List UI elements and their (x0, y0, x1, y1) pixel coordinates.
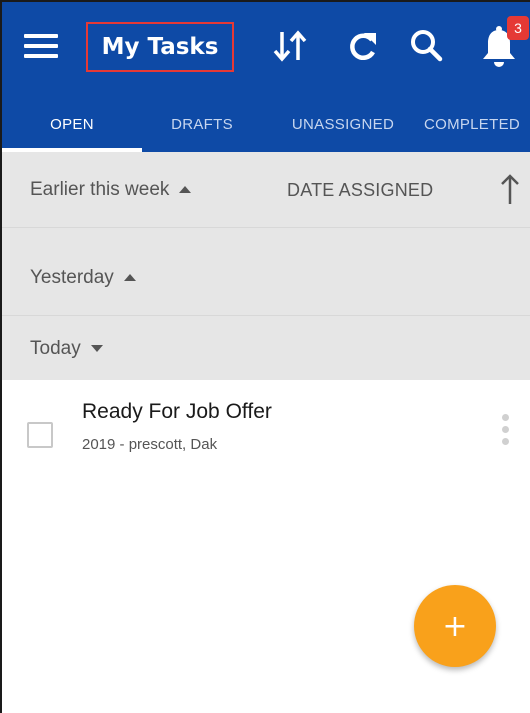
group-label-yesterday: Yesterday (30, 266, 114, 288)
tab-unassigned[interactable]: UNASSIGNED (274, 97, 412, 152)
notification-badge: 3 (507, 16, 529, 40)
group-today[interactable]: Today (2, 318, 530, 380)
page-title: My Tasks (101, 34, 219, 60)
refresh-icon[interactable] (342, 24, 382, 68)
app-frame: My Tasks 3 OPEN DRAFTS UNASSIGNED COMPLE… (0, 0, 530, 713)
tab-open[interactable]: OPEN (2, 97, 142, 152)
group-label-earlier: Earlier this week (30, 178, 170, 200)
more-options-icon[interactable] (498, 414, 514, 454)
sort-icon[interactable] (272, 24, 312, 68)
task-title: Ready For Job Offer (82, 400, 272, 423)
app-bar: My Tasks 3 OPEN DRAFTS UNASSIGNED COMPLE… (2, 2, 530, 152)
group-header-today[interactable]: Today (30, 338, 103, 360)
task-list-item[interactable]: Ready For Job Offer 2019 - prescott, Dak (2, 380, 530, 480)
sort-direction-icon[interactable] (498, 172, 522, 206)
task-checkbox[interactable] (27, 422, 53, 448)
tab-drafts[interactable]: DRAFTS (152, 97, 252, 152)
tab-completed[interactable]: COMPLETED (412, 97, 530, 152)
caret-down-icon (90, 345, 103, 353)
task-subtitle: 2019 - prescott, Dak (82, 436, 218, 453)
page-title-box: My Tasks (86, 22, 234, 72)
group-header-earlier[interactable]: Earlier this week (30, 178, 192, 201)
tab-bar: OPEN DRAFTS UNASSIGNED COMPLETED (2, 97, 530, 152)
caret-up-icon (123, 273, 136, 281)
sort-field-label[interactable]: DATE ASSIGNED (287, 152, 433, 228)
caret-up-icon (179, 185, 192, 193)
menu-icon[interactable] (24, 32, 60, 60)
search-icon[interactable] (407, 24, 447, 68)
group-header-yesterday[interactable]: Yesterday (30, 267, 136, 289)
task-groups: Earlier this week DATE ASSIGNED Yesterda… (2, 152, 530, 380)
group-earlier-this-week[interactable]: Earlier this week DATE ASSIGNED (2, 152, 530, 228)
group-label-today: Today (30, 338, 81, 359)
group-yesterday[interactable]: Yesterday (2, 240, 530, 316)
add-task-button[interactable]: + (414, 585, 496, 667)
